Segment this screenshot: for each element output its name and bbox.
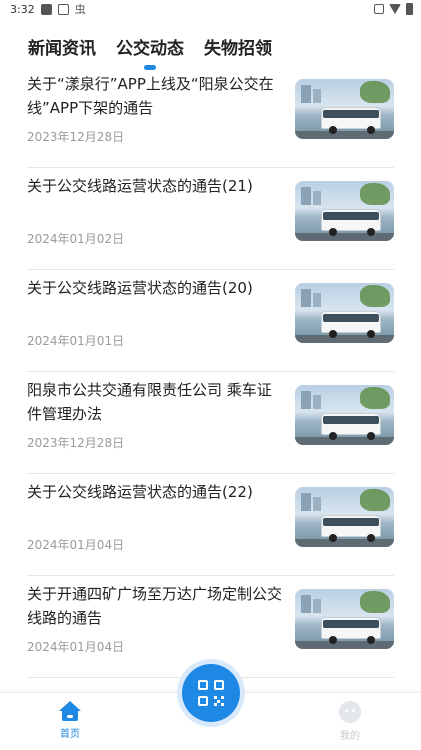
news-item[interactable]: 关于开通四矿广场至万达广场定制公交线路的通告 2024年01月04日 [27,576,394,678]
news-text: 关于开通四矿广场至万达广场定制公交线路的通告 2024年01月04日 [27,582,282,677]
tab-indicator [144,65,156,70]
news-text: 关于公交线路运营状态的通告(22) 2024年01月04日 [27,480,282,575]
news-thumbnail [295,487,394,547]
news-item[interactable]: 关于“漾泉行”APP上线及“阳泉公交在线”APP下架的通告 2023年12月28… [27,66,394,168]
news-title: 阳泉市公共交通有限责任公司 乘车证件管理办法 [27,381,272,423]
news-thumbnail [295,79,394,139]
news-date: 2024年01月01日 [27,334,125,348]
tab-news-label: 新闻资讯 [28,39,96,59]
profile-icon [339,701,361,723]
scan-qr-button[interactable] [182,664,240,722]
nav-mine-label: 我的 [340,731,360,742]
nav-home-label: 首页 [60,729,80,740]
home-icon [59,701,81,721]
news-date: 2024年01月04日 [27,640,125,654]
news-thumbnail [295,385,394,445]
vibrate-icon [374,4,384,14]
news-item[interactable]: 阳泉市公共交通有限责任公司 乘车证件管理办法 2023年12月28日 [27,372,394,474]
news-date: 2024年01月04日 [27,538,125,552]
news-text: 阳泉市公共交通有限责任公司 乘车证件管理办法 2023年12月28日 [27,378,282,473]
news-title: 关于公交线路运营状态的通告(20) [27,279,253,297]
news-title: 关于开通四矿广场至万达广场定制公交线路的通告 [27,585,283,627]
status-bar: 3:32 虫 [0,0,421,18]
tab-bus-updates-label: 公交动态 [116,39,184,59]
news-date: 2024年01月02日 [27,232,125,246]
tab-bar: 新闻资讯 公交动态 失物招领 [0,18,421,70]
news-thumbnail [295,589,394,649]
tab-bus-updates[interactable]: 公交动态 [116,34,184,70]
news-list: 关于“漾泉行”APP上线及“阳泉公交在线”APP下架的通告 2023年12月28… [0,66,421,678]
news-text: 关于公交线路运营状态的通告(21) 2024年01月02日 [27,174,282,269]
nav-home[interactable]: 首页 [50,701,90,740]
news-text: 关于公交线路运营状态的通告(20) 2024年01月01日 [27,276,282,371]
status-right [374,3,413,15]
sim-icon [57,3,69,15]
app-notification-icon: 虫 [74,3,86,16]
tab-lost-found[interactable]: 失物招领 [204,34,272,59]
news-item[interactable]: 关于公交线路运营状态的通告(22) 2024年01月04日 [27,474,394,576]
news-title: 关于公交线路运营状态的通告(22) [27,483,253,501]
news-date: 2023年12月28日 [27,436,125,450]
news-thumbnail [295,181,394,241]
tab-lost-found-label: 失物招领 [204,39,272,59]
signal-icon [389,4,401,14]
nav-mine[interactable]: 我的 [330,701,370,742]
status-time: 3:32 [10,2,35,16]
status-left: 3:32 虫 [10,1,86,17]
news-text: 关于“漾泉行”APP上线及“阳泉公交在线”APP下架的通告 2023年12月28… [27,72,282,167]
news-item[interactable]: 关于公交线路运营状态的通告(20) 2024年01月01日 [27,270,394,372]
battery-icon [406,3,413,15]
news-title: 关于“漾泉行”APP上线及“阳泉公交在线”APP下架的通告 [27,75,274,117]
news-item[interactable]: 关于公交线路运营状态的通告(21) 2024年01月02日 [27,168,394,270]
news-title: 关于公交线路运营状态的通告(21) [27,177,253,195]
news-thumbnail [295,283,394,343]
notification-icon [40,3,52,15]
tab-news[interactable]: 新闻资讯 [28,34,96,59]
qr-scan-icon [198,680,224,706]
news-date: 2023年12月28日 [27,130,125,144]
